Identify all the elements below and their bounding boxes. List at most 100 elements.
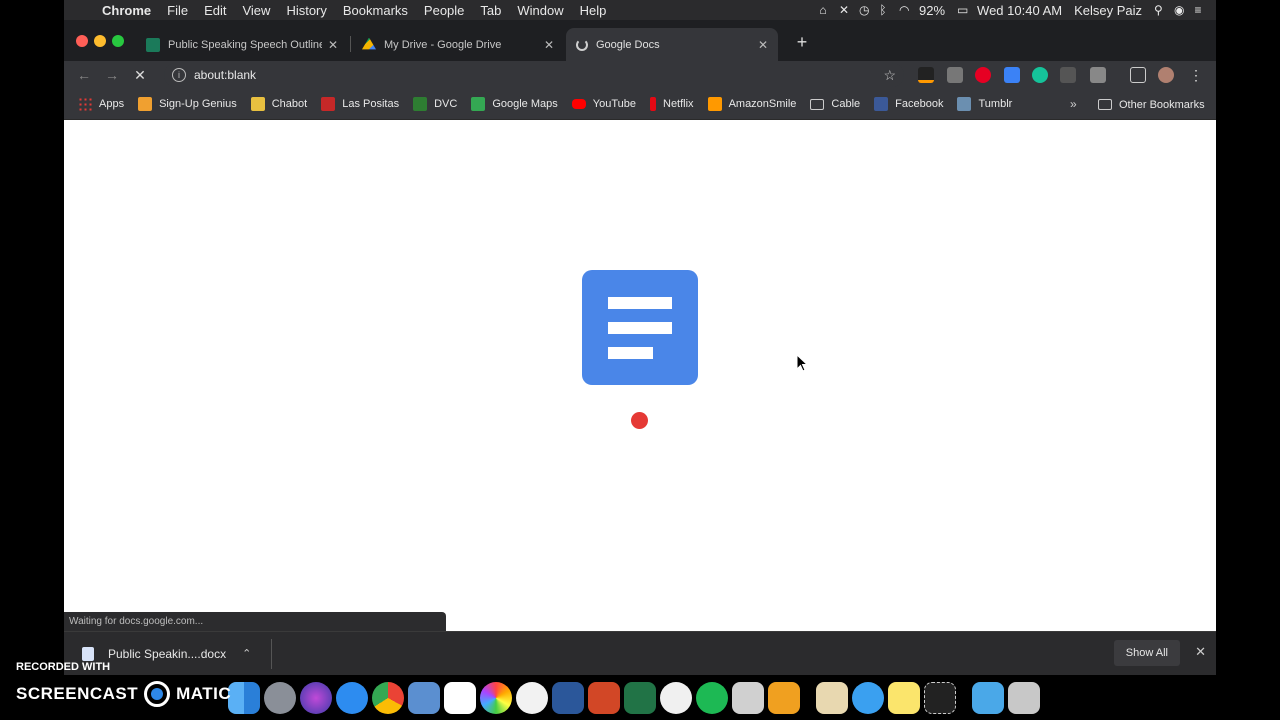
bookmark-label: Chabot: [271, 98, 308, 110]
safari-icon[interactable]: [336, 682, 368, 714]
itunes-icon[interactable]: [660, 682, 692, 714]
bookmark-netflix[interactable]: Netflix: [650, 97, 694, 111]
bookmark-facebook[interactable]: Facebook: [874, 97, 943, 111]
mail-icon[interactable]: [408, 682, 440, 714]
bookmark-amazonsmile[interactable]: AmazonSmile: [707, 97, 796, 111]
show-all-button[interactable]: Show All: [1113, 640, 1180, 666]
menu-window[interactable]: Window: [509, 3, 571, 18]
bluetooth-icon[interactable]: ᛒ: [875, 3, 891, 17]
tab-google-docs[interactable]: Google Docs ✕: [566, 28, 778, 61]
close-window-button[interactable]: [76, 35, 88, 47]
time-machine-icon[interactable]: ◷: [855, 3, 871, 17]
spotify-icon[interactable]: [696, 682, 728, 714]
back-arrow-icon[interactable]: ←: [70, 67, 98, 83]
dvc-favicon-icon: [146, 37, 160, 52]
menu-bookmarks[interactable]: Bookmarks: [335, 3, 416, 18]
pinterest-extension-icon[interactable]: [975, 67, 991, 83]
powerpoint-icon[interactable]: [588, 682, 620, 714]
calendar-icon[interactable]: [444, 682, 476, 714]
finder-icon[interactable]: [228, 682, 260, 714]
amazon-icon: [707, 97, 722, 111]
new-tab-button[interactable]: +: [792, 32, 812, 53]
close-tab-icon[interactable]: ✕: [544, 38, 554, 52]
bookmark-las-positas[interactable]: Las Positas: [321, 97, 399, 111]
news-icon[interactable]: [516, 682, 548, 714]
close-tab-icon[interactable]: ✕: [328, 38, 338, 52]
shield-extension-icon[interactable]: [1090, 67, 1106, 83]
clock[interactable]: Wed 10:40 AM: [973, 3, 1066, 18]
screenshot-icon[interactable]: [924, 682, 956, 714]
wifi-icon[interactable]: ◠: [895, 3, 911, 17]
bookmark-youtube[interactable]: YouTube: [571, 98, 636, 110]
amazon-extension-icon[interactable]: [918, 67, 934, 83]
word-icon[interactable]: [552, 682, 584, 714]
bookmark-dvc[interactable]: DVC: [413, 97, 457, 111]
google-maps-icon: [471, 97, 486, 111]
notification-center-icon[interactable]: ≡: [1190, 3, 1206, 17]
siri-icon[interactable]: ◉: [1170, 3, 1186, 17]
battery-icon[interactable]: ▭: [953, 3, 969, 17]
bookmark-tumblr[interactable]: Tumblr: [957, 97, 1012, 111]
menu-app-name[interactable]: Chrome: [94, 3, 159, 18]
google-drive-favicon-icon: [362, 37, 376, 50]
spotlight-search-icon[interactable]: ⚲: [1150, 3, 1166, 17]
trash-icon[interactable]: [1008, 682, 1040, 714]
other-bookmarks[interactable]: Other Bookmarks: [1098, 89, 1205, 120]
photos-icon[interactable]: [480, 682, 512, 714]
other-bookmarks-label: Other Bookmarks: [1119, 98, 1205, 111]
tab-title: Public Speaking Speech Outline: [168, 38, 322, 51]
menu-help[interactable]: Help: [572, 3, 615, 18]
airplay-icon[interactable]: ⌂: [815, 3, 831, 17]
bookmark-cable[interactable]: Cable: [810, 98, 860, 110]
extension-icon[interactable]: [947, 67, 963, 83]
cast-icon[interactable]: [1130, 67, 1146, 83]
menu-view[interactable]: View: [234, 3, 278, 18]
profile-avatar[interactable]: [1158, 67, 1174, 83]
battery-percent[interactable]: 92%: [915, 3, 949, 18]
url-text[interactable]: about:blank: [194, 68, 256, 82]
menu-file[interactable]: File: [159, 3, 196, 18]
bookmark-signup-genius[interactable]: Sign-Up Genius: [138, 97, 237, 111]
chrome-icon[interactable]: [372, 682, 404, 714]
downloads-folder-icon[interactable]: [972, 682, 1004, 714]
notes-icon[interactable]: [888, 682, 920, 714]
zoom-window-button[interactable]: [112, 35, 124, 47]
tab-speech-outline[interactable]: Public Speaking Speech Outline ✕: [136, 28, 348, 61]
screen: Chrome File Edit View History Bookmarks …: [0, 0, 1280, 720]
bookmark-google-maps[interactable]: Google Maps: [471, 97, 558, 111]
address-bar[interactable]: i about:blank ☆: [164, 63, 904, 87]
messages-icon[interactable]: [852, 682, 884, 714]
textedit-icon[interactable]: [816, 682, 848, 714]
bookmark-label: Facebook: [895, 98, 944, 110]
chrome-window: Public Speaking Speech Outline ✕ My Driv…: [64, 20, 1216, 675]
tab-google-drive[interactable]: My Drive - Google Drive ✕: [352, 28, 564, 61]
close-tab-icon[interactable]: ✕: [758, 38, 768, 52]
excel-icon[interactable]: [624, 682, 656, 714]
forward-arrow-icon[interactable]: →: [98, 67, 126, 83]
bookmark-chabot[interactable]: Chabot: [250, 97, 308, 111]
more-bookmarks-chevron-icon[interactable]: »: [1070, 97, 1077, 111]
grammarly-extension-icon[interactable]: [1032, 67, 1048, 83]
menu-tab[interactable]: Tab: [472, 3, 509, 18]
user-name[interactable]: Kelsey Paiz: [1070, 3, 1146, 18]
close-download-shelf-icon[interactable]: ✕: [1195, 644, 1206, 660]
bookmark-apps[interactable]: Apps: [78, 97, 124, 111]
launchpad-icon[interactable]: [264, 682, 296, 714]
bookmark-label: Apps: [99, 98, 125, 110]
minimize-window-button[interactable]: [94, 35, 106, 47]
menu-history[interactable]: History: [278, 3, 334, 18]
las-positas-icon: [321, 97, 336, 111]
site-info-icon[interactable]: i: [172, 68, 186, 82]
chrome-menu-icon[interactable]: ⋮: [1188, 67, 1204, 83]
bookmark-star-icon[interactable]: ☆: [883, 67, 896, 84]
menu-edit[interactable]: Edit: [196, 3, 234, 18]
tools-icon[interactable]: ✕: [835, 3, 851, 17]
stop-loading-icon[interactable]: ✕: [126, 67, 154, 84]
pages-icon[interactable]: [768, 682, 800, 714]
acrobat-icon[interactable]: [732, 682, 764, 714]
w-extension-icon[interactable]: [1060, 67, 1076, 83]
d-extension-icon[interactable]: [1004, 67, 1020, 83]
chevron-up-icon[interactable]: ⌃: [242, 647, 251, 660]
siri-icon[interactable]: [300, 682, 332, 714]
menu-people[interactable]: People: [416, 3, 472, 18]
